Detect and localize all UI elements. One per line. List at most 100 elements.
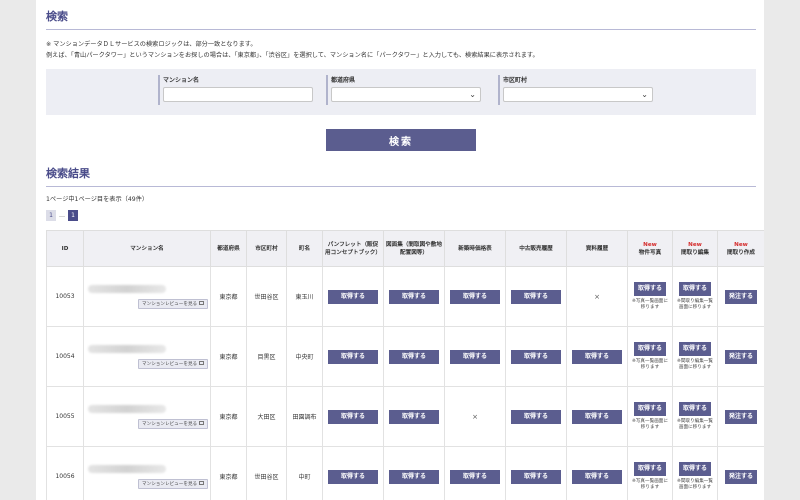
search-note-1: ※ マンションデータＤＬサービスの検索ロジックは、部分一致となります。 (46, 41, 257, 48)
cell-id: 10053 (46, 266, 84, 327)
cell-name: マンションレビューを見る (83, 266, 211, 327)
prefecture-field: 都道府県 ⌄ (326, 75, 481, 105)
cell-history: 取得する (566, 386, 628, 447)
cell-floorplan: 取得する (383, 266, 445, 327)
header-usedsales: 中古販売履歴 (505, 230, 567, 267)
cell-create: 発注する (717, 266, 764, 327)
get-photo-button[interactable]: 取得する (634, 342, 666, 356)
search-notes: ※ マンションデータＤＬサービスの検索ロジックは、部分一致となります。 例えば、… (46, 39, 756, 61)
cell-id: 10055 (46, 386, 84, 447)
cell-usedsales: 取得する (505, 266, 567, 327)
get-floorplan-button[interactable]: 取得する (389, 349, 439, 364)
cell-layout: 取得する ※間取り編集一覧画面に移ります (672, 266, 718, 327)
cell-floorplan: 取得する (383, 326, 445, 387)
layout-note: ※間取り編集一覧画面に移ります (676, 419, 713, 430)
table-row: 10053 マンションレビューを見る 東京都 世田谷区 東玉川 取得する 取得す… (46, 266, 764, 327)
pagination: 1 … 1 (46, 210, 756, 221)
cell-create: 発注する (717, 446, 764, 500)
table-header-row: ID マンション名 都道府県 市区町村 町名 パンフレット（販促用コンセプトブッ… (46, 230, 764, 267)
get-pamphlet-button[interactable]: 取得する (328, 409, 378, 424)
get-newprice-button[interactable]: 取得する (450, 289, 500, 304)
cell-town: 田園調布 (286, 386, 323, 447)
review-link-button[interactable]: マンションレビューを見る (138, 478, 209, 489)
cell-town: 中央町 (286, 326, 323, 387)
get-layout-button[interactable]: 取得する (679, 402, 711, 416)
search-section-title: 検索 (46, 8, 756, 30)
order-button[interactable]: 発注する (725, 349, 757, 364)
get-floorplan-button[interactable]: 取得する (389, 409, 439, 424)
mansion-name-field: マンション名 (158, 75, 313, 105)
external-window-icon (199, 421, 205, 425)
new-badge: New (688, 241, 702, 248)
page-first[interactable]: 1 (46, 210, 56, 221)
review-link-button[interactable]: マンションレビューを見る (138, 418, 209, 429)
cell-pamphlet: 取得する (322, 326, 384, 387)
get-pamphlet-button[interactable]: 取得する (328, 289, 378, 304)
get-pamphlet-button[interactable]: 取得する (328, 469, 378, 484)
photo-note: ※写真一覧画面に移ります (631, 359, 668, 370)
header-history: 資料履歴 (566, 230, 628, 267)
cell-usedsales: 取得する (505, 446, 567, 500)
get-history-button[interactable]: 取得する (572, 409, 622, 424)
header-create: New 間取り作成 (717, 230, 764, 267)
get-usedsales-button[interactable]: 取得する (511, 469, 561, 484)
get-floorplan-button[interactable]: 取得する (389, 469, 439, 484)
get-photo-button[interactable]: 取得する (634, 402, 666, 416)
review-link-button[interactable]: マンションレビューを見る (138, 298, 209, 309)
get-usedsales-button[interactable]: 取得する (511, 289, 561, 304)
order-button[interactable]: 発注する (725, 289, 757, 304)
get-photo-button[interactable]: 取得する (634, 462, 666, 476)
cell-layout: 取得する ※間取り編集一覧画面に移ります (672, 446, 718, 500)
get-floorplan-button[interactable]: 取得する (389, 289, 439, 304)
cell-city: 大田区 (246, 386, 287, 447)
search-form: マンション名 都道府県 ⌄ 市区町村 ⌄ (46, 69, 756, 115)
cell-city: 世田谷区 (246, 266, 287, 327)
cell-newprice: 取得する (444, 266, 506, 327)
page-ellipsis: … (59, 212, 65, 219)
get-pamphlet-button[interactable]: 取得する (328, 349, 378, 364)
order-button[interactable]: 発注する (725, 409, 757, 424)
cell-photo: 取得する ※写真一覧画面に移ります (627, 326, 673, 387)
header-pref: 都道府県 (210, 230, 247, 267)
get-history-button[interactable]: 取得する (572, 349, 622, 364)
cell-pref: 東京都 (210, 446, 247, 500)
get-newprice-button[interactable]: 取得する (450, 469, 500, 484)
cell-town: 東玉川 (286, 266, 323, 327)
table-row: 10055 マンションレビューを見る 東京都 大田区 田園調布 取得する 取得す… (46, 386, 764, 447)
cell-city: 世田谷区 (246, 446, 287, 500)
prefecture-select[interactable]: ⌄ (331, 87, 481, 102)
get-layout-button[interactable]: 取得する (679, 462, 711, 476)
external-window-icon (199, 361, 205, 365)
mansion-name-blurred (88, 464, 166, 473)
photo-note: ※写真一覧画面に移ります (631, 299, 668, 310)
get-layout-button[interactable]: 取得する (679, 282, 711, 296)
photo-note: ※写真一覧画面に移ります (631, 419, 668, 430)
page-current[interactable]: 1 (68, 210, 78, 221)
mansion-name-blurred (88, 404, 166, 413)
cell-photo: 取得する ※写真一覧画面に移ります (627, 446, 673, 500)
get-layout-button[interactable]: 取得する (679, 342, 711, 356)
cell-pref: 東京都 (210, 386, 247, 447)
get-usedsales-button[interactable]: 取得する (511, 409, 561, 424)
get-newprice-button[interactable]: 取得する (450, 349, 500, 364)
new-badge: New (734, 241, 748, 248)
results-section-title: 検索結果 (46, 165, 756, 187)
cell-pref: 東京都 (210, 326, 247, 387)
get-history-button[interactable]: 取得する (572, 469, 622, 484)
cell-pamphlet: 取得する (322, 446, 384, 500)
cell-newprice: 取得する (444, 326, 506, 387)
mansion-name-input[interactable] (163, 87, 313, 102)
header-pamphlet: パンフレット（販促用コンセプトブック） (322, 230, 384, 267)
cell-history: 取得する (566, 326, 628, 387)
search-button[interactable]: 検索 (326, 129, 476, 151)
cell-pamphlet: 取得する (322, 386, 384, 447)
external-window-icon (199, 301, 205, 305)
review-link-button[interactable]: マンションレビューを見る (138, 358, 209, 369)
get-usedsales-button[interactable]: 取得する (511, 349, 561, 364)
city-select[interactable]: ⌄ (503, 87, 653, 102)
search-note-2: 例えば、「青山パークタワー」というマンションをお探しの場合は、「東京都」、「渋谷… (46, 52, 539, 59)
header-town: 町名 (286, 230, 323, 267)
get-photo-button[interactable]: 取得する (634, 282, 666, 296)
order-button[interactable]: 発注する (725, 469, 757, 484)
cell-create: 発注する (717, 326, 764, 387)
